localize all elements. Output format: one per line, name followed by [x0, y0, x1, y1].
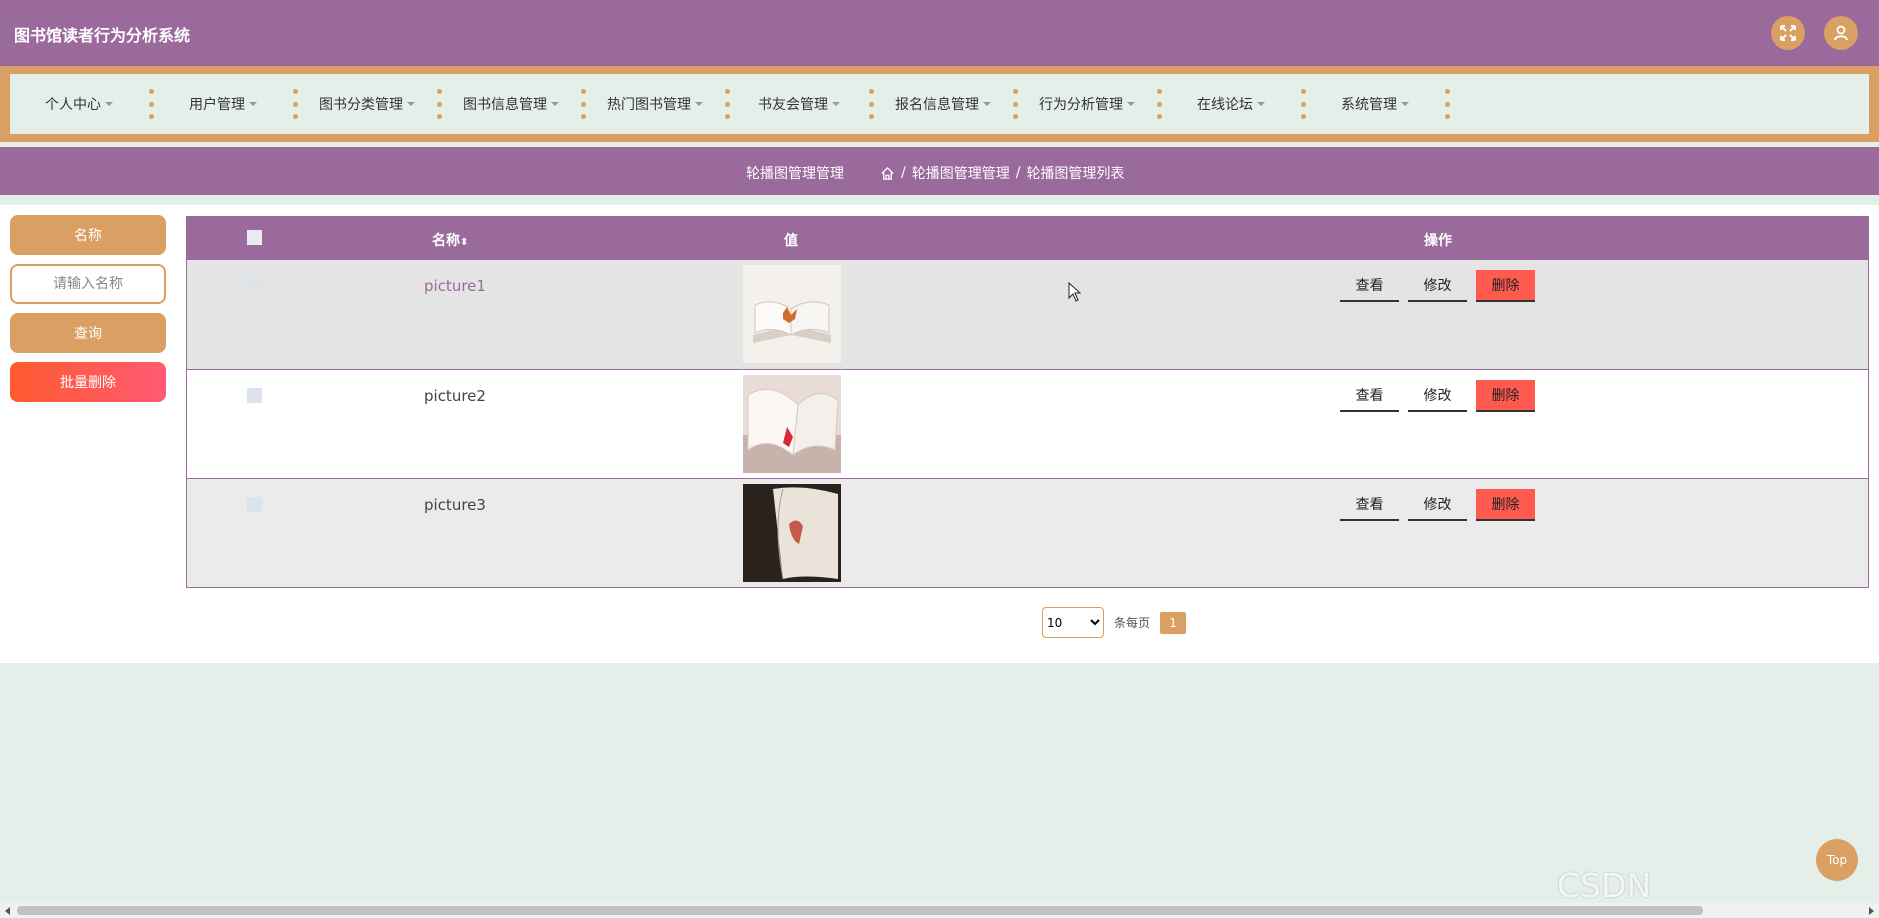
edit-button[interactable]: 修改 [1408, 270, 1467, 302]
nav-label: 系统管理 [1341, 97, 1397, 113]
column-header-actions: 操作 [1424, 233, 1452, 249]
pagination: 10 条每页 1 [1042, 607, 1187, 638]
delete-button[interactable]: 删除 [1476, 489, 1535, 521]
user-icon [1834, 25, 1848, 41]
name-filter-label: 名称 [10, 215, 166, 255]
page-number-button[interactable]: 1 [1160, 611, 1187, 634]
app-title: 图书馆读者行为分析系统 [14, 26, 191, 45]
select-all-checkbox[interactable] [247, 230, 262, 249]
table-row: picture2 查看 修改 删除 [187, 369, 1868, 478]
scroll-right-icon[interactable] [1869, 907, 1874, 915]
view-button[interactable]: 查看 [1340, 270, 1399, 302]
nav-item-registration[interactable]: 报名信息管理 [874, 74, 1012, 134]
nav-item-hot-books[interactable]: 热门图书管理 [586, 74, 724, 134]
fullscreen-button[interactable] [1771, 16, 1805, 50]
nav-bar: 个人中心 用户管理 图书分类管理 图书信息管理 热门图书管理 书友会管理 报名信… [10, 74, 1869, 134]
breadcrumb-item[interactable]: 轮播图管理管理 [912, 163, 1010, 183]
search-button[interactable]: 查询 [10, 313, 166, 353]
nav-item-users[interactable]: 用户管理 [154, 74, 292, 134]
view-button[interactable]: 查看 [1340, 489, 1399, 521]
table-header: 名称⬍ 值 操作 [187, 217, 1868, 260]
caret-down-icon [1257, 102, 1265, 106]
page-size-select[interactable]: 10 [1042, 607, 1104, 638]
row-checkbox[interactable] [247, 497, 262, 512]
breadcrumb-bar: 轮播图管理管理 / 轮播图管理管理 / 轮播图管理列表 [0, 147, 1879, 195]
caret-down-icon [1127, 102, 1135, 106]
row-thumbnail [743, 265, 841, 363]
scrollbar-thumb[interactable] [17, 906, 1703, 915]
expand-icon [1780, 25, 1796, 41]
breadcrumb-item: 轮播图管理列表 [1026, 166, 1125, 182]
caret-down-icon [407, 102, 415, 106]
mouse-cursor-icon [1068, 282, 1082, 302]
nav-label: 行为分析管理 [1039, 97, 1123, 113]
nav-separator [1444, 89, 1450, 119]
caret-down-icon [983, 102, 991, 106]
per-page-label: 条每页 [1114, 616, 1151, 630]
batch-delete-button[interactable]: 批量删除 [10, 362, 166, 402]
horizontal-scrollbar[interactable] [0, 903, 1879, 918]
sort-icon[interactable]: ⬍ [460, 237, 468, 248]
page-title: 轮播图管理管理 [746, 166, 844, 182]
nav-item-personal-center[interactable]: 个人中心 [10, 74, 148, 134]
nav-label: 图书分类管理 [319, 97, 403, 113]
name-search-input[interactable] [10, 264, 166, 304]
nav-item-forum[interactable]: 在线论坛 [1162, 74, 1300, 134]
caret-down-icon [1401, 102, 1409, 106]
row-actions: 查看 修改 删除 [1340, 270, 1535, 302]
nav-label: 书友会管理 [758, 97, 828, 113]
row-thumbnail [743, 484, 841, 582]
row-thumbnail [743, 375, 841, 473]
content-panel: 名称 查询 批量删除 名称⬍ 值 操作 picture1 查看 修改 [0, 205, 1879, 663]
nav-item-behavior-analysis[interactable]: 行为分析管理 [1018, 74, 1156, 134]
caret-down-icon [249, 102, 257, 106]
view-button[interactable]: 查看 [1340, 380, 1399, 412]
caret-down-icon [695, 102, 703, 106]
row-name: picture2 [424, 387, 486, 405]
delete-button[interactable]: 删除 [1476, 380, 1535, 412]
edit-button[interactable]: 修改 [1408, 489, 1467, 521]
nav-label: 报名信息管理 [895, 97, 979, 113]
carousel-table: 名称⬍ 值 操作 picture1 查看 修改 删除 picture2 查看 修… [186, 216, 1869, 588]
nav-label: 在线论坛 [1197, 97, 1253, 113]
breadcrumb: / 轮播图管理管理 / 轮播图管理列表 [880, 163, 1124, 183]
nav-label: 图书信息管理 [463, 97, 547, 113]
table-row: picture3 查看 修改 删除 [187, 478, 1868, 587]
delete-button[interactable]: 删除 [1476, 270, 1535, 302]
nav-item-system[interactable]: 系统管理 [1306, 74, 1444, 134]
user-menu-button[interactable] [1824, 16, 1858, 50]
column-header-name[interactable]: 名称⬍ [432, 230, 468, 250]
row-name: picture1 [424, 277, 486, 295]
table-row: picture1 查看 修改 删除 [187, 260, 1868, 369]
row-checkbox[interactable] [247, 388, 262, 403]
breadcrumb-separator: / [901, 165, 906, 181]
nav-label: 热门图书管理 [607, 97, 691, 113]
nav-item-book-club[interactable]: 书友会管理 [730, 74, 868, 134]
top-header: 图书馆读者行为分析系统 [0, 0, 1879, 66]
caret-down-icon [105, 102, 113, 106]
row-name: picture3 [424, 496, 486, 514]
edit-button[interactable]: 修改 [1408, 380, 1467, 412]
column-header-value: 值 [784, 233, 798, 249]
scroll-left-icon[interactable] [5, 907, 10, 915]
row-checkbox[interactable] [247, 278, 262, 293]
nav-item-book-category[interactable]: 图书分类管理 [298, 74, 436, 134]
breadcrumb-separator: / [1015, 165, 1021, 181]
home-icon[interactable] [880, 166, 895, 181]
column-label: 名称 [432, 233, 460, 249]
row-actions: 查看 修改 删除 [1340, 489, 1535, 521]
caret-down-icon [551, 102, 559, 106]
row-actions: 查看 修改 删除 [1340, 380, 1535, 412]
caret-down-icon [832, 102, 840, 106]
nav-label: 用户管理 [189, 97, 245, 113]
nav-label: 个人中心 [45, 97, 101, 113]
nav-item-book-info[interactable]: 图书信息管理 [442, 74, 580, 134]
main-nav: 个人中心 用户管理 图书分类管理 图书信息管理 热门图书管理 书友会管理 报名信… [0, 66, 1879, 142]
